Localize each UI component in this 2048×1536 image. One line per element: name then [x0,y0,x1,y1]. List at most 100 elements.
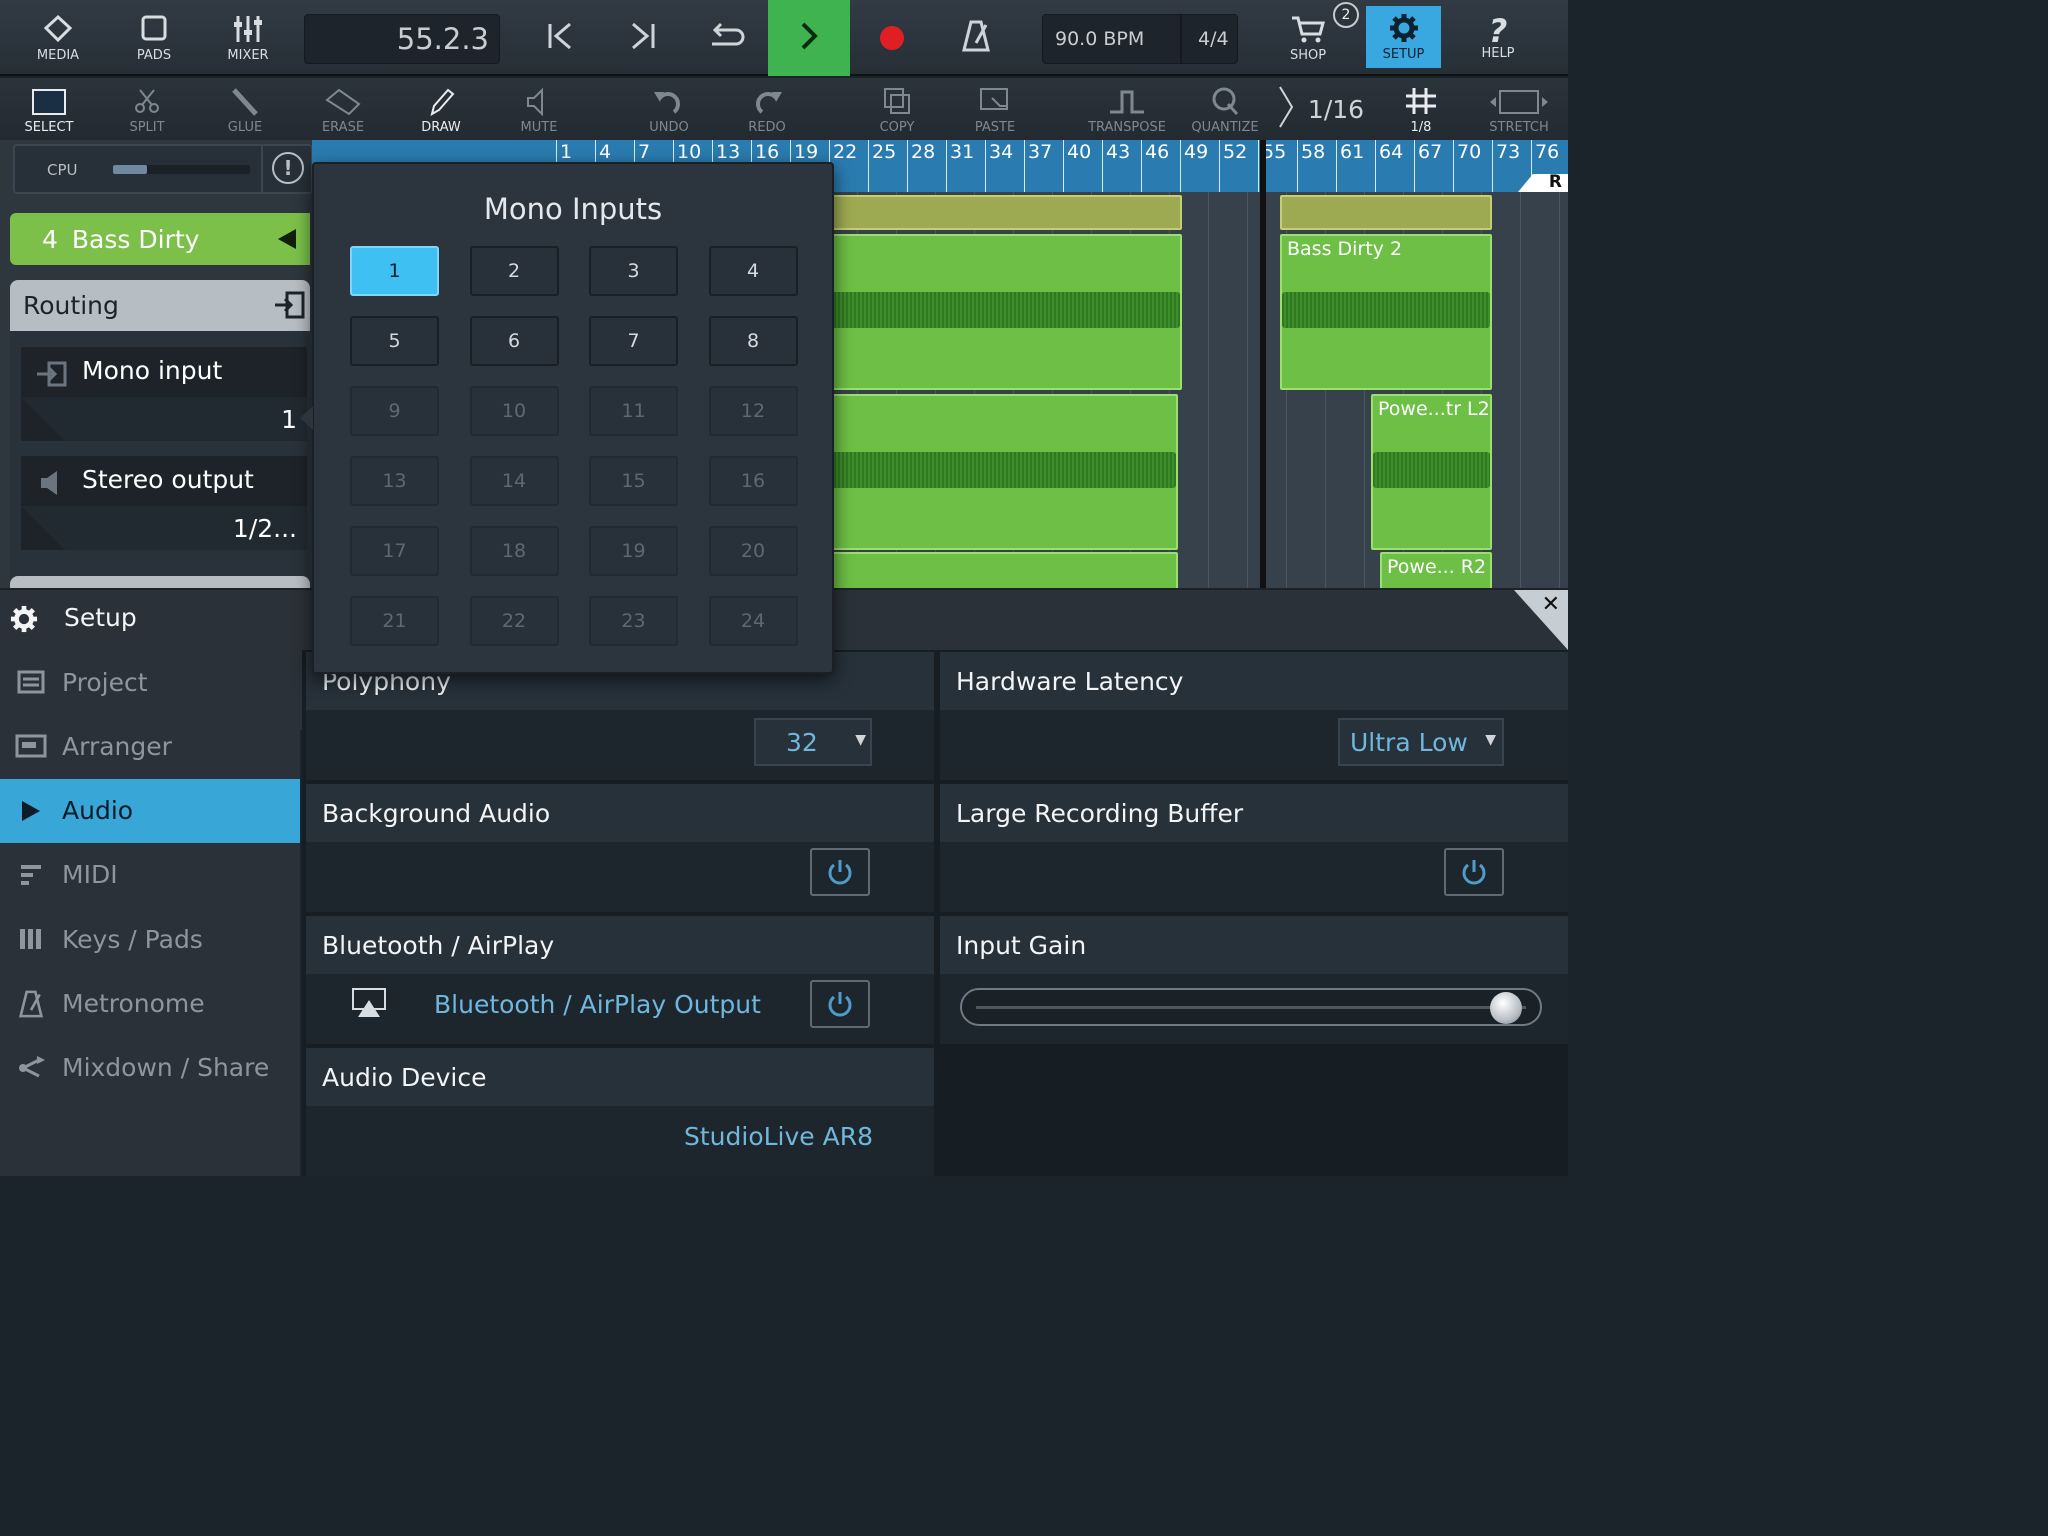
glue-tool[interactable]: GLUE [196,78,294,140]
ruler-bar[interactable]: 34 [985,140,1013,192]
select-tool[interactable]: SELECT [0,78,98,140]
go-to-end-button[interactable] [613,0,673,76]
input-button-10[interactable]: 10 [469,386,559,436]
ruler-bar[interactable]: 61 [1336,140,1364,192]
ruler-bar[interactable]: 31 [946,140,974,192]
erase-tool[interactable]: ERASE [294,78,392,140]
background-audio-toggle[interactable] [810,848,870,896]
metronome-button[interactable] [946,0,1006,76]
tempo-display[interactable]: 90.0 BPM 4/4 [1042,14,1238,64]
bluetooth-toggle[interactable] [810,980,870,1028]
input-button-11[interactable]: 11 [589,386,678,436]
record-button[interactable] [862,0,922,76]
input-button-6[interactable]: 6 [469,316,559,366]
input-button-4[interactable]: 4 [708,246,798,296]
ruler-bar[interactable]: 73 [1492,140,1520,192]
input-button-18[interactable]: 18 [469,526,559,576]
clip-power-l2[interactable]: Powe...tr L2 [1371,394,1492,550]
copy-button[interactable]: COPY [848,78,946,140]
input-button-1[interactable]: 1 [350,246,439,296]
ruler-bar[interactable]: 52 [1219,140,1247,192]
input-button-23[interactable]: 23 [589,596,678,646]
clip-bass-dirty-2[interactable]: Bass Dirty 2 [1280,234,1492,390]
input-button-9[interactable]: 9 [350,386,439,436]
input-button-19[interactable]: 19 [589,526,678,576]
setup-menu-keys-pads[interactable]: Keys / Pads [0,907,300,971]
ruler-bar[interactable]: 70 [1453,140,1481,192]
ruler-bar[interactable]: 25 [868,140,896,192]
ruler-bar[interactable]: 46 [1141,140,1169,192]
input-button-2[interactable]: 2 [469,246,559,296]
mixer-button[interactable]: MIXER [208,0,288,76]
input-button-17[interactable]: 17 [350,526,439,576]
mono-input-selector[interactable]: Mono input 1 [21,347,307,441]
ruler-bar[interactable]: 67 [1414,140,1442,192]
input-gain-slider[interactable] [960,988,1542,1026]
large-buffer-toggle[interactable] [1444,848,1504,896]
ruler-bar[interactable]: 28 [907,140,935,192]
input-button-14[interactable]: 14 [469,456,559,506]
setup-menu-midi[interactable]: MIDI [0,843,300,907]
stereo-output-selector[interactable]: Stereo output 1/2... [21,456,307,550]
clip-power-l1[interactable] [812,394,1178,550]
split-tool[interactable]: SPLIT [98,78,196,140]
warning-icon[interactable]: ! [272,152,304,184]
ruler-bar[interactable]: 64 [1375,140,1403,192]
ruler-bar[interactable]: 43 [1102,140,1130,192]
setup-menu-arranger[interactable]: Arranger [0,714,300,778]
quantize-value-selector[interactable]: 1/16 [1266,78,1376,140]
pads-button[interactable]: PADS [114,0,194,76]
setup-button[interactable]: SETUP [1366,6,1441,68]
input-button-20[interactable]: 20 [708,526,798,576]
stretch-tool[interactable]: STRETCH [1470,78,1568,140]
track-header[interactable]: 4 Bass Dirty [10,213,310,265]
collapse-arrow-icon[interactable] [278,229,296,249]
input-button-8[interactable]: 8 [708,316,798,366]
help-button[interactable]: ? HELP [1458,0,1538,76]
ruler-bar[interactable]: 40 [1063,140,1091,192]
playhead[interactable] [1260,140,1266,590]
clip-power-r1[interactable] [812,552,1178,590]
setup-menu-mixdown-share[interactable]: Mixdown / Share [0,1036,300,1100]
clip-power-r2[interactable]: Powe... R2 [1380,552,1492,590]
mute-tool[interactable]: MUTE [490,78,588,140]
setup-menu-metronome[interactable]: Metronome [0,972,300,1036]
play-button[interactable] [768,0,850,76]
input-button-22[interactable]: 22 [469,596,559,646]
audio-device-value[interactable]: StudioLive AR8 [684,1122,873,1151]
clip-top-left[interactable] [812,195,1182,230]
latency-dropdown[interactable]: Ultra Low ▼ [1338,718,1504,766]
slider-track [976,1006,1526,1009]
transpose-button[interactable]: TRANSPOSE [1078,78,1176,140]
ruler-bar[interactable]: 49 [1180,140,1208,192]
quantize-button[interactable]: QUANTIZE [1176,78,1274,140]
ruler-bar[interactable]: 37 [1024,140,1052,192]
slider-knob[interactable] [1489,992,1522,1024]
input-button-24[interactable]: 24 [708,596,798,646]
clip-bass-dirty[interactable] [812,234,1182,390]
media-button[interactable]: MEDIA [18,0,98,76]
setup-menu-audio[interactable]: Audio [0,778,300,843]
paste-button[interactable]: PASTE [946,78,1044,140]
input-button-13[interactable]: 13 [350,456,439,506]
input-button-15[interactable]: 15 [589,456,678,506]
go-to-start-button[interactable] [530,0,590,76]
draw-tool[interactable]: DRAW [392,78,490,140]
input-button-7[interactable]: 7 [589,316,678,366]
input-button-12[interactable]: 12 [708,386,798,436]
undo-button[interactable]: UNDO [620,78,718,140]
ruler-bar[interactable]: 58 [1297,140,1325,192]
input-button-16[interactable]: 16 [708,456,798,506]
loop-button[interactable] [696,0,756,76]
clip-top-right[interactable] [1280,195,1492,230]
input-button-5[interactable]: 5 [350,316,439,366]
close-button[interactable]: ✕ [1514,590,1568,650]
polyphony-dropdown[interactable]: 32 ▼ [754,718,872,766]
setup-menu-project[interactable]: Project [0,650,300,714]
position-display[interactable]: 55.2.3 [304,14,500,64]
grid-button[interactable]: 1/8 [1372,78,1470,140]
input-button-21[interactable]: 21 [350,596,439,646]
routing-header[interactable]: Routing [10,280,310,331]
redo-button[interactable]: REDO [718,78,816,140]
input-button-3[interactable]: 3 [589,246,678,296]
